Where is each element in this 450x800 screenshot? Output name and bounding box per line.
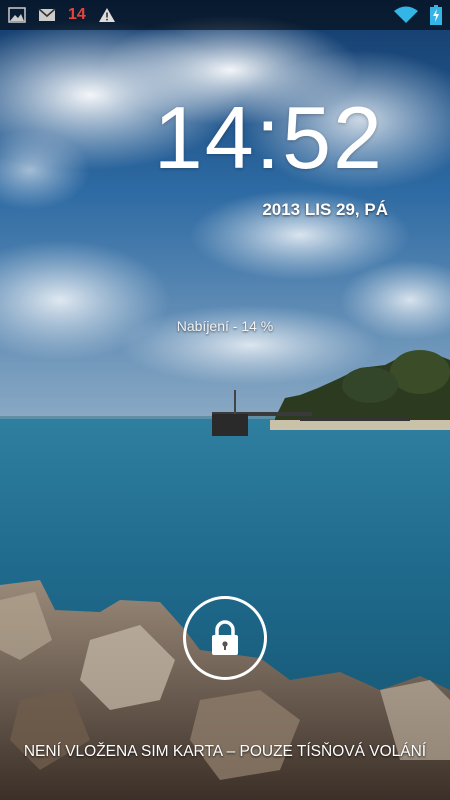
carrier-message: NENÍ VLOŽENA SIM KARTA – POUZE TÍSŇOVÁ V…: [23, 743, 427, 760]
charging-status: Nabíjení - 14 %: [176, 318, 274, 334]
wifi-icon: [394, 6, 418, 24]
battery-charging-icon: [430, 5, 442, 25]
status-bar: 14: [0, 0, 450, 30]
gmail-icon: [38, 8, 56, 22]
lockscreen-clock: 14:52: [153, 88, 384, 187]
notification-area[interactable]: 14: [8, 5, 116, 25]
lock-icon: [210, 620, 240, 656]
unlock-button[interactable]: [183, 596, 267, 680]
notification-count: 14: [68, 6, 86, 23]
gallery-icon: [8, 7, 26, 23]
warning-icon: [98, 7, 116, 23]
system-icons: [394, 5, 442, 25]
lockscreen-date: 2013 LIS 29, PÁ: [262, 200, 388, 219]
